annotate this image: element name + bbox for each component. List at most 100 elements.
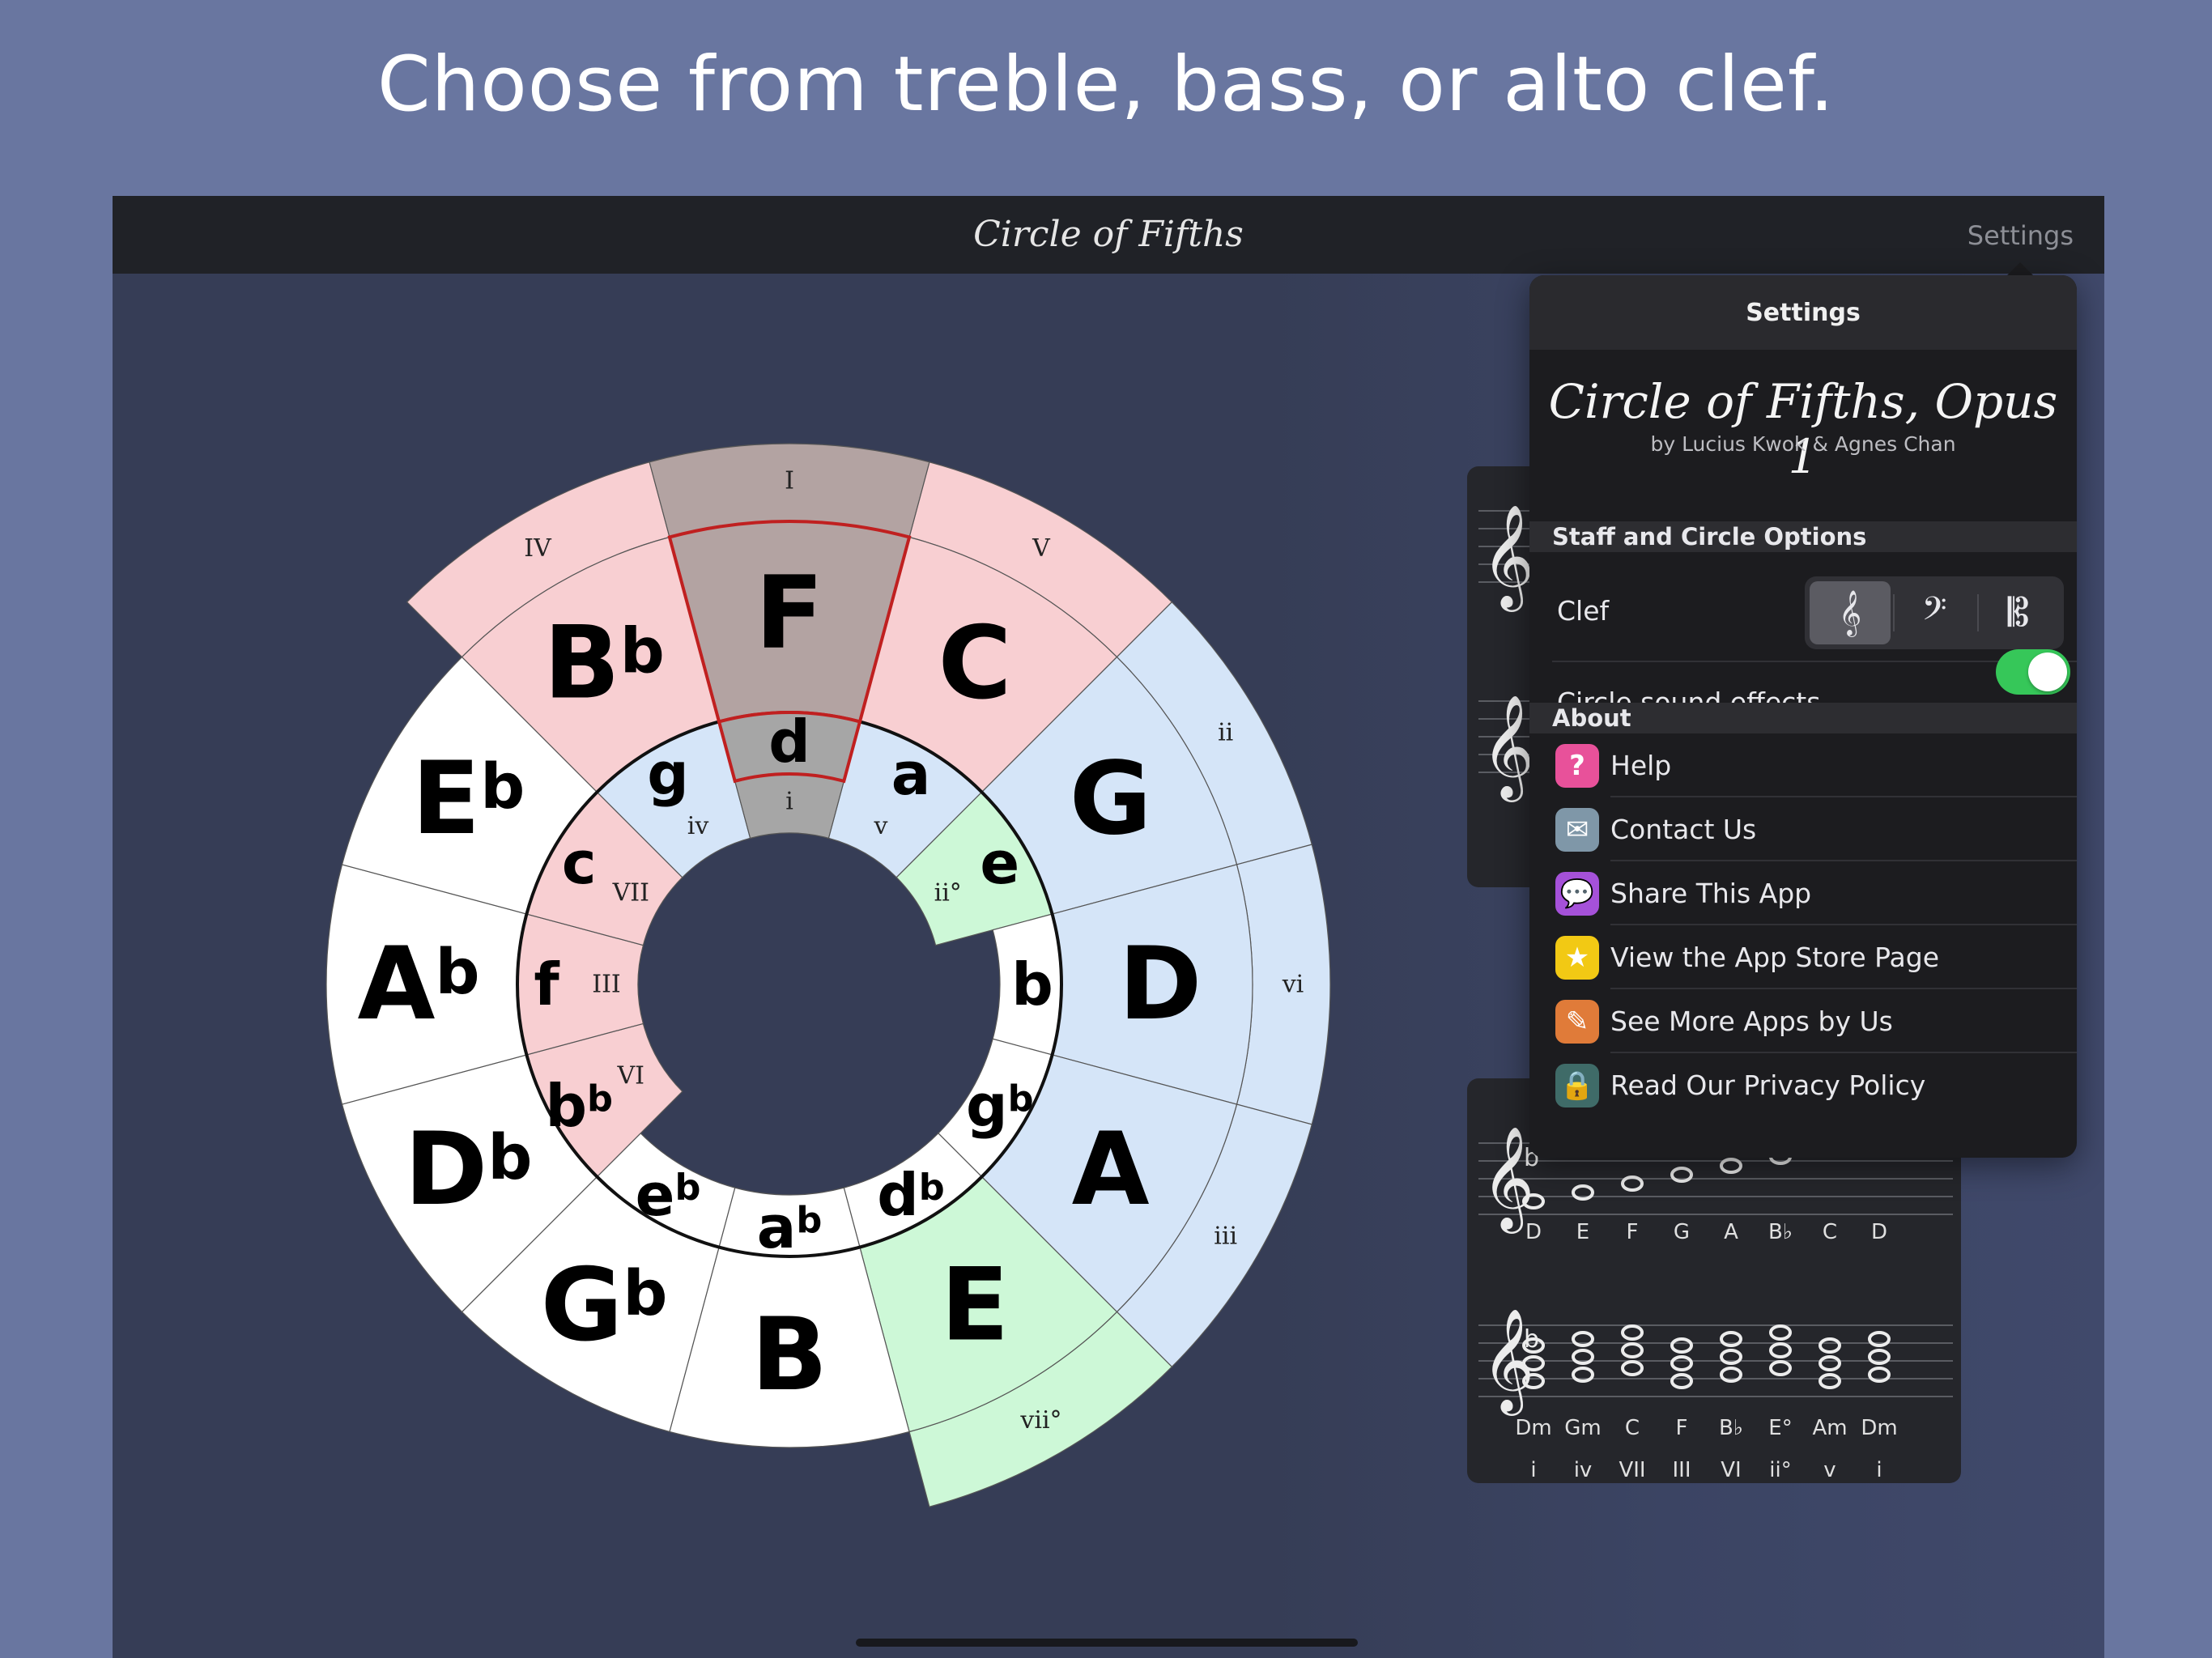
envelope-icon: ✉ [1555,808,1599,852]
help-icon: ? [1555,744,1599,788]
chord-note [1670,1355,1693,1371]
chord-label: E° [1768,1416,1792,1440]
about-item-label: See More Apps by Us [1610,1005,1893,1037]
about-item-label: Read Our Privacy Policy [1610,1069,1926,1101]
byline: by Lucius Kwok & Agnes Chan [1650,432,1956,456]
chord-numeral-label: VII [1619,1458,1645,1482]
roman-numeral-label: vii° [1019,1406,1061,1435]
chord-note [1670,1373,1693,1389]
roman-numeral-label: vi [1282,971,1304,999]
chord-note [1819,1337,1841,1354]
minor-key-label: a [891,740,931,808]
chord-note [1769,1324,1792,1341]
roman-numeral-label: iv [687,812,709,840]
chord-numeral-label: ii° [1769,1458,1791,1482]
settings-popover: Settings Circle of Fifths, Opus 1 by Luc… [1529,275,2077,1158]
minor-key-label: c [562,829,597,897]
chord-label: C [1625,1416,1640,1440]
roman-numeral-label: VII [612,879,649,908]
chord-label: Gm [1564,1416,1601,1440]
chord-note [1819,1355,1841,1371]
sound-effects-toggle[interactable] [1996,649,2070,695]
minor-key-label: d [768,708,810,776]
chord-note [1621,1324,1644,1341]
chord-label: F [1676,1416,1688,1440]
major-key-label: D [1119,926,1202,1043]
popover-title: Settings [1529,275,2077,350]
major-key-label: C [938,605,1011,721]
treble-clef-icon: 𝄞 [1482,1307,1534,1416]
scale-note-label: F [1627,1220,1639,1244]
chord-numeral-label: III [1672,1458,1691,1482]
chord-note [1819,1373,1841,1389]
about-item-read-our-privacy-policy[interactable]: 🔒 Read Our Privacy Policy [1552,1053,2077,1117]
major-key-label: F [755,555,824,672]
minor-key-label: b [1011,950,1053,1018]
headline: Choose from treble, bass, or alto clef. [377,40,1835,129]
roman-numeral-label: V [1032,534,1051,563]
bass-clef-button[interactable]: 𝄢 [1894,581,1975,644]
chord-label: Dm [1861,1416,1897,1440]
major-key-label: A [1072,1112,1150,1228]
chord-numeral-label: iv [1574,1458,1593,1482]
treble-clef-button[interactable]: 𝄞 [1810,581,1891,644]
section-staff-options: Staff and Circle Options [1529,521,2077,552]
chord-note [1621,1360,1644,1376]
chord-numeral-label: i [1530,1458,1536,1482]
scale-note-label: B♭ [1768,1220,1793,1244]
about-item-help[interactable]: ? Help [1552,733,2077,797]
alto-clef-button[interactable]: 𝄡 [1978,581,2059,644]
roman-numeral-label: I [785,467,794,495]
minor-key-label: e [980,829,1019,897]
chord-label: B♭ [1719,1416,1743,1440]
treble-clef-icon: 𝄞 [1482,694,1534,802]
chord-note [1621,1342,1644,1358]
roman-numeral-label: ii [1218,719,1233,747]
scale-note-label: G [1674,1220,1690,1244]
chord-label: Dm [1515,1416,1551,1440]
roman-numeral-label: v [874,812,888,840]
clef-label: Clef [1557,595,1610,627]
star-icon: ★ [1555,936,1599,980]
toggle-knob [2028,653,2067,691]
treble-clef-icon: 𝄞 [1482,1125,1534,1234]
speech-bubble-icon: 💬 [1555,872,1599,916]
chord-note [1769,1342,1792,1358]
chord-note [1670,1337,1693,1354]
chord-label: Am [1812,1416,1847,1440]
about-item-label: Contact Us [1610,814,1757,845]
roman-numeral-label: VI [617,1062,645,1090]
about-item-share-this-app[interactable]: 💬 Share This App [1552,861,2077,925]
major-key-label: B [751,1297,828,1414]
lock-icon: 🔒 [1555,1064,1599,1107]
scale-note-label: D [1525,1220,1542,1244]
ipad-screen: Circle of Fifths Settings C G D A E B Gb Db Ab Eb… [113,196,2104,1658]
minor-key-label: f [534,950,559,1018]
roman-numeral-label: IV [524,534,552,563]
about-item-see-more-apps-by-us[interactable]: ✎ See More Apps by Us [1552,989,2077,1053]
roman-numeral-label: iii [1214,1222,1237,1251]
scale-note-label: C [1823,1220,1837,1244]
major-key-label: G [1070,741,1152,857]
chord-numeral-label: i [1876,1458,1882,1482]
scale-note-label: E [1576,1220,1589,1244]
chord-note [1769,1360,1792,1376]
about-item-contact-us[interactable]: ✉ Contact Us [1552,797,2077,861]
about-item-label: Help [1610,750,1672,781]
treble-clef-icon: 𝄞 [1482,504,1534,612]
home-indicator [856,1639,1358,1647]
app-name: Circle of Fifths, Opus 1 [1548,374,2058,484]
roman-numeral-label: III [592,971,621,999]
about-item-label: Share This App [1610,878,1812,909]
roman-numeral-label: ii° [934,879,962,908]
minor-key-label: g [647,740,689,808]
major-key-label: E [941,1248,1010,1364]
about-item-label: View the App Store Page [1610,942,1940,973]
about-item-view-the-app-store-page[interactable]: ★ View the App Store Page [1552,925,2077,989]
chord-numeral-label: v [1823,1458,1836,1482]
scale-note-label: D [1871,1220,1887,1244]
scale-note-label: A [1724,1220,1738,1244]
compass-icon: ✎ [1555,1000,1599,1044]
section-about: About [1529,703,2077,733]
chord-numeral-label: VI [1721,1458,1741,1482]
